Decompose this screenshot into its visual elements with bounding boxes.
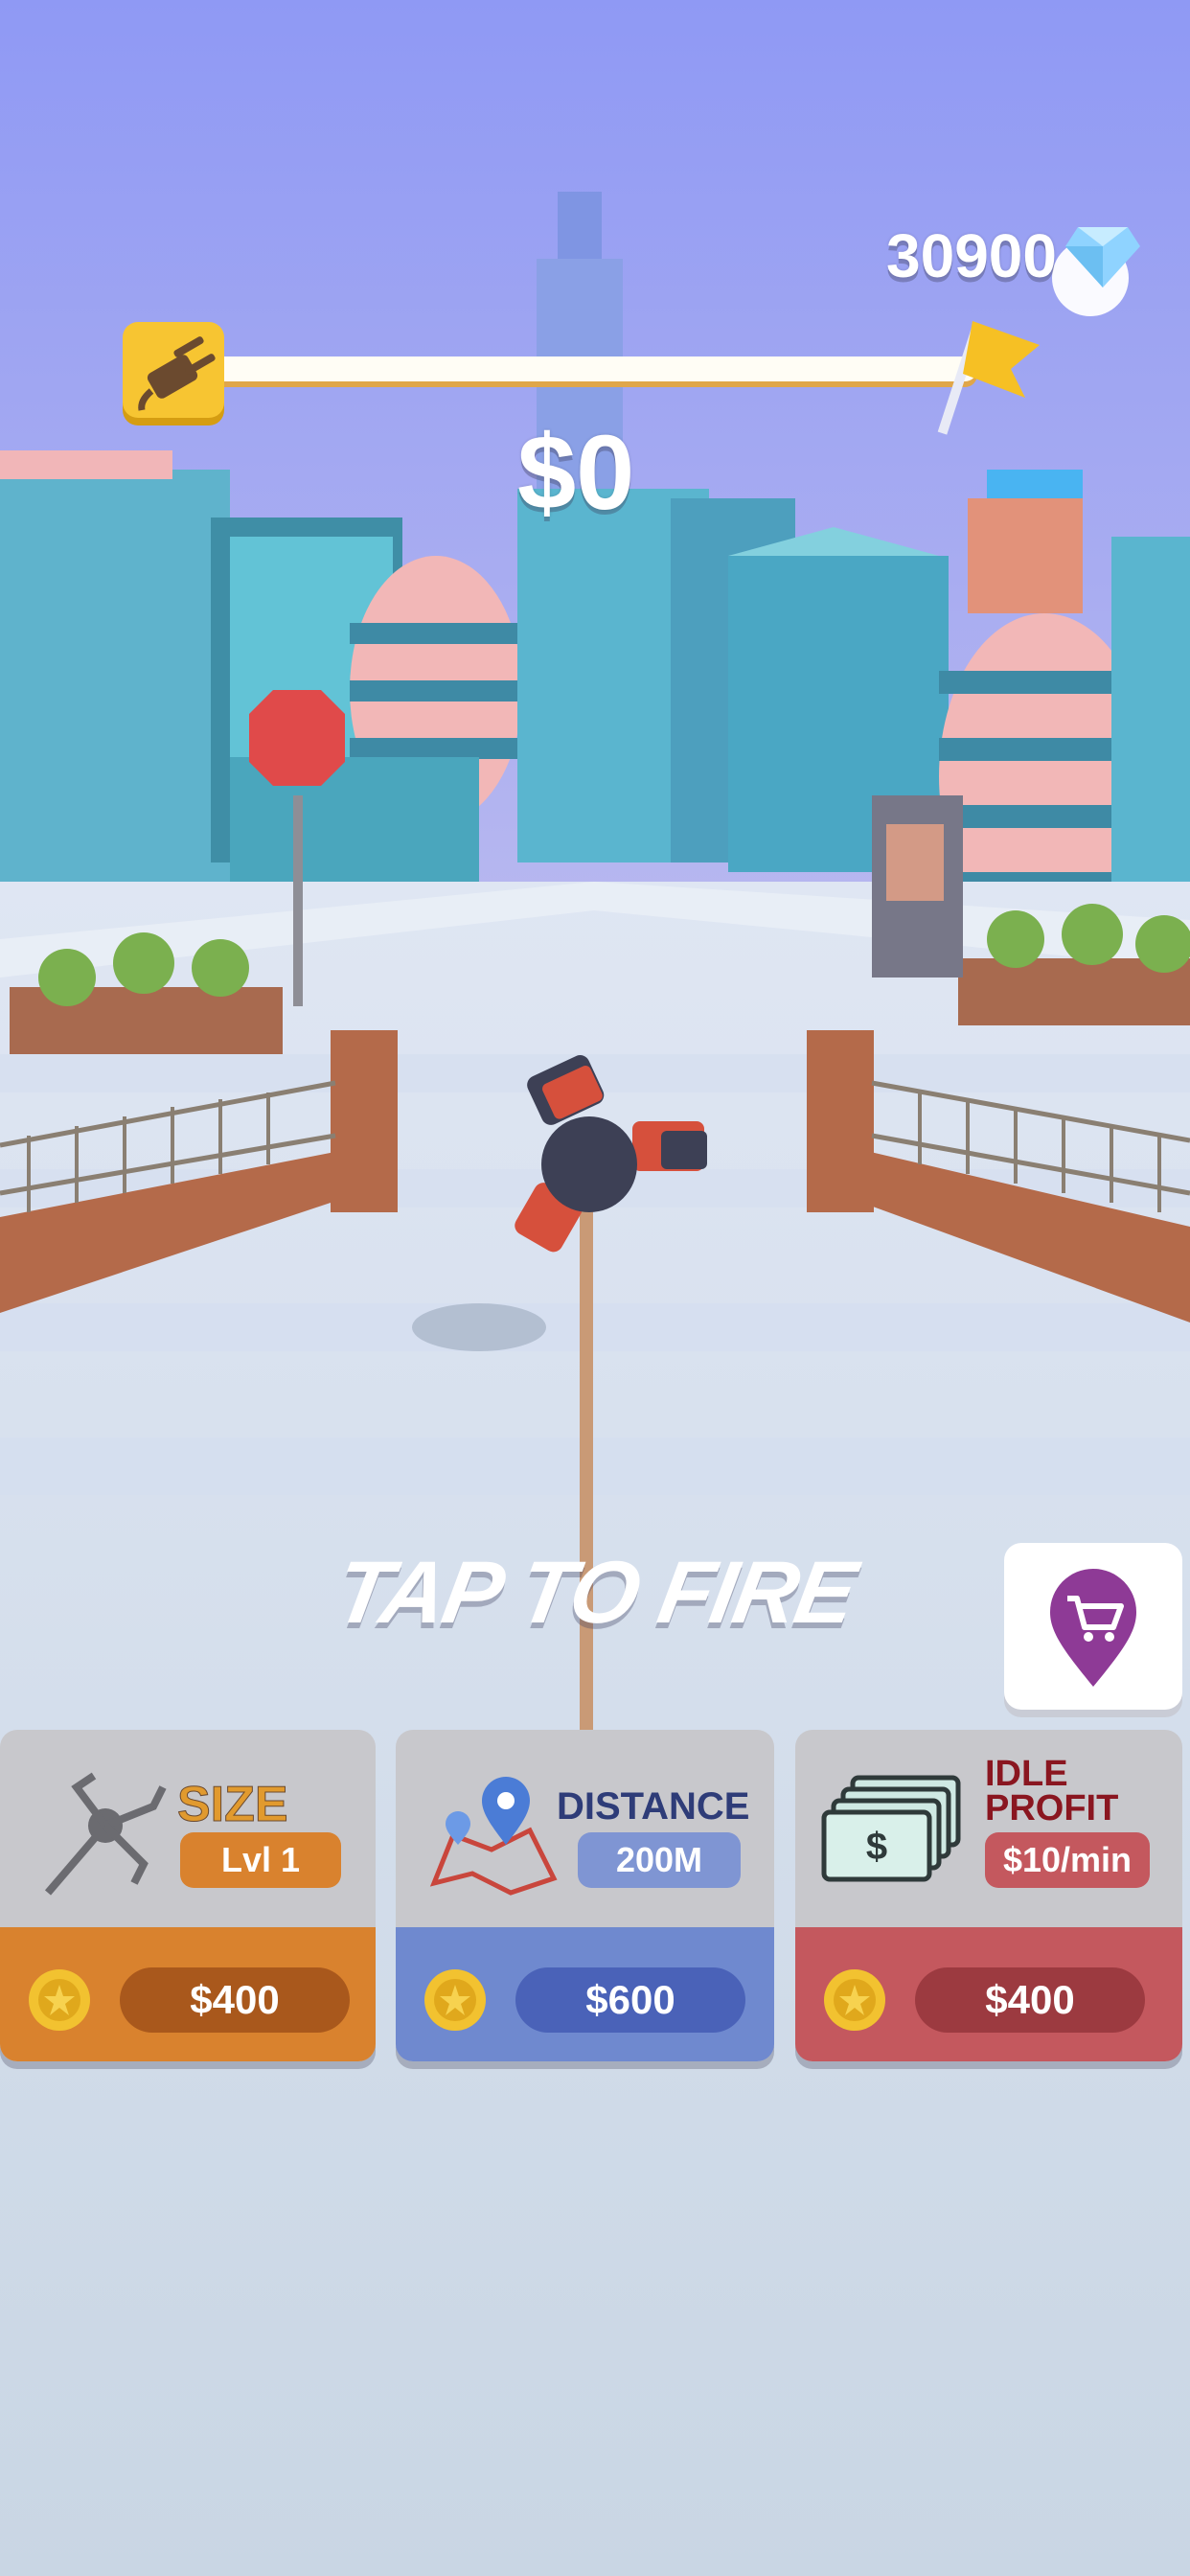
size-upgrade-card[interactable]: SIZE Lvl 1 $400 — [0, 1730, 376, 2061]
level-progress-bar — [192, 356, 977, 381]
plug-button[interactable] — [123, 322, 224, 418]
coin-icon — [824, 1969, 885, 2031]
idle-title-line2: PROFIT — [985, 1788, 1119, 1828]
coin-icon — [29, 1969, 90, 2031]
building — [0, 470, 230, 930]
gem-counter: 30900 — [886, 221, 1057, 290]
plug-icon — [138, 336, 216, 411]
idle-profit-price-button[interactable]: $400 — [915, 1967, 1145, 2033]
goal-flag-icon — [937, 321, 1040, 435]
grapple-icon — [44, 1772, 167, 1896]
size-title: SIZE — [177, 1777, 289, 1833]
money-stack-icon: $ — [821, 1775, 961, 1882]
money-counter: $0 — [517, 414, 635, 532]
svg-text:$: $ — [866, 1826, 887, 1868]
size-price-button[interactable]: $400 — [120, 1967, 350, 2033]
map-pin-icon — [429, 1777, 558, 1896]
idle-title-line1: IDLE — [985, 1754, 1068, 1794]
stop-sign — [249, 690, 345, 786]
distance-title: DISTANCE — [557, 1785, 750, 1828]
distance-upgrade-card[interactable]: DISTANCE 200M $600 — [396, 1730, 774, 2061]
idle-profit-upgrade-card[interactable]: $ IDLE PROFIT $10/min $400 — [795, 1730, 1182, 2061]
shopping-cart-icon — [1050, 1569, 1136, 1687]
idle-profit-title: IDLE PROFIT — [985, 1754, 1119, 1828]
rope — [580, 1203, 593, 1730]
distance-price-button[interactable]: $600 — [515, 1967, 745, 2033]
shop-button[interactable] — [1004, 1543, 1182, 1710]
size-level-badge: Lvl 1 — [180, 1832, 341, 1888]
coin-icon — [424, 1969, 486, 2031]
distance-badge: 200M — [578, 1832, 741, 1888]
diamond-icon — [1065, 227, 1140, 288]
idle-profit-rate-badge: $10/min — [985, 1832, 1150, 1888]
